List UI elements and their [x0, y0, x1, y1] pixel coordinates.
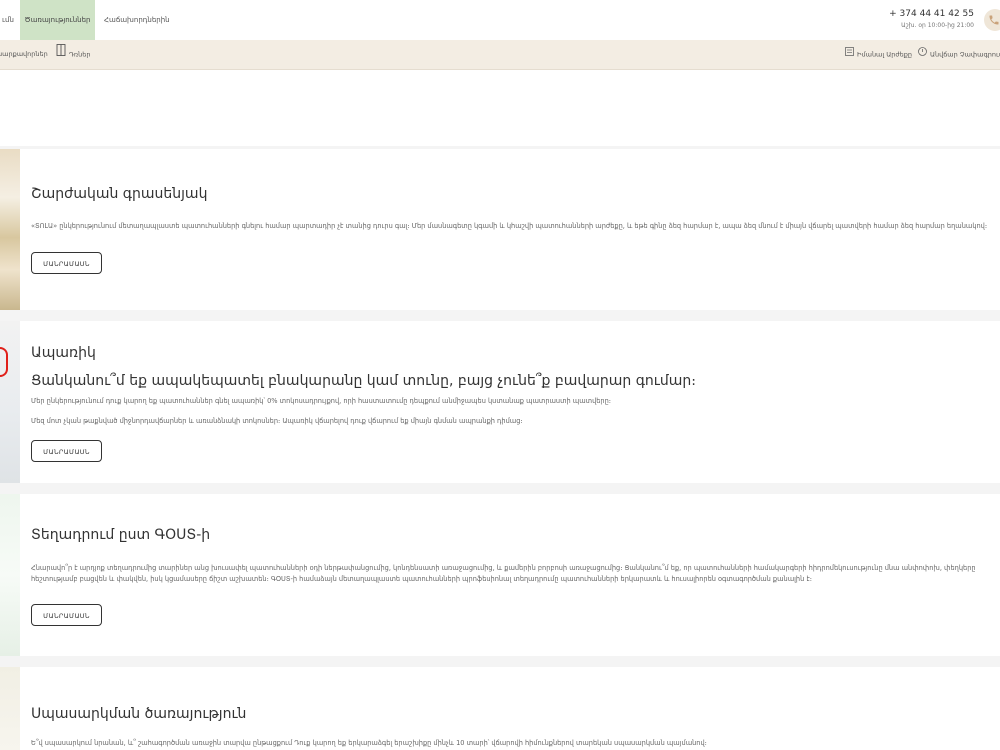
details-button[interactable]: ՄԱՆՐԱՄԱՍՆ: [31, 604, 102, 626]
card-image-installment: [0, 321, 20, 483]
contact-block: + 374 44 41 42 55 Աշխ. օր 10:00-ից 21:00: [889, 9, 974, 31]
service-card-installment: Ապառիկ Ցանկանու՞մ եք ապակեպատել բնակարան…: [0, 321, 1000, 483]
card-title: Սպասարկման ծառայություն: [31, 706, 247, 722]
phone-icon[interactable]: [984, 9, 1000, 31]
card-text: «ՏՈԼԱ» ընկերությունում մետաղապլաստե պատո…: [31, 222, 988, 230]
phone-number[interactable]: + 374 44 41 42 55: [889, 9, 974, 20]
details-button[interactable]: ՄԱՆՐԱՄԱՍՆ: [31, 252, 102, 274]
working-hours: Աշխ. օր 10:00-ից 21:00: [901, 22, 974, 29]
card-text-secondary: Մեզ մոտ չկան թաքնված միջնորդավճարներ և ա…: [31, 417, 523, 425]
subnav-price-label: Իմանալ Արժեքը: [857, 50, 912, 59]
card-text: Մեր ընկերությունում դուք կարող եք պատուհ…: [31, 397, 612, 405]
sub-navigation-bar: սարքավորներ Դռներ Իմանալ Արժեքը Անվճար Չ…: [0, 40, 1000, 70]
subnav-doors-label: Դռներ: [69, 50, 91, 59]
card-title: Տեղադրում ըստ ԳՕՍՏ-ի: [31, 527, 211, 543]
measure-icon: [918, 40, 927, 69]
door-icon: [56, 40, 66, 69]
details-button[interactable]: ՄԱՆՐԱՄԱՍՆ: [31, 440, 102, 462]
subnav-item-price[interactable]: Իմանալ Արժեքը: [845, 40, 912, 69]
subnav-measurement-label: Անվճար Չափագրում: [930, 50, 1000, 59]
calculator-icon: [845, 40, 854, 69]
service-card-maintenance: Սպասարկման ծառայություն Ե՞վ սպասարկում ն…: [0, 667, 1000, 750]
card-text: Ե՞վ սպասարկում նրանան, և՞ շահագործման առ…: [31, 739, 707, 747]
nav-item-home[interactable]: ւմն: [0, 0, 18, 40]
content-spacer: [0, 70, 1000, 146]
service-card-mobile-office: Շարժական գրասենյակ «ՏՈԼԱ» ընկերությունու…: [0, 149, 1000, 310]
subnav-item-doors[interactable]: Դռներ: [56, 40, 90, 69]
nav-item-services[interactable]: Ծառայություններ: [20, 0, 95, 40]
nav-item-customers[interactable]: Հաճախորդներին: [104, 0, 170, 40]
subnav-item-equipment[interactable]: սարքավորներ: [0, 40, 48, 69]
card-title: Շարժական գրասենյակ: [31, 186, 208, 202]
card-image-office: [0, 149, 20, 310]
red-mark-graphic: [0, 347, 8, 377]
card-image-installation: [0, 494, 20, 656]
service-card-installation: Տեղադրում ըստ ԳՕՍՏ-ի Հնարավո՞ր է արդյոք …: [0, 494, 1000, 656]
card-title: Ապառիկ: [31, 345, 96, 361]
card-subtitle: Ցանկանու՞մ եք ապակեպատել բնակարանը կամ տ…: [31, 373, 696, 389]
card-image-maintenance: [0, 667, 20, 750]
card-text: Հնարավո՞ր է արդյոք տեղադրումից տարիներ ա…: [31, 564, 976, 583]
top-navigation-bar: ւմն Ծառայություններ Հաճախորդներին + 374 …: [0, 0, 1000, 40]
subnav-item-measurement[interactable]: Անվճար Չափագրում: [918, 40, 1000, 69]
